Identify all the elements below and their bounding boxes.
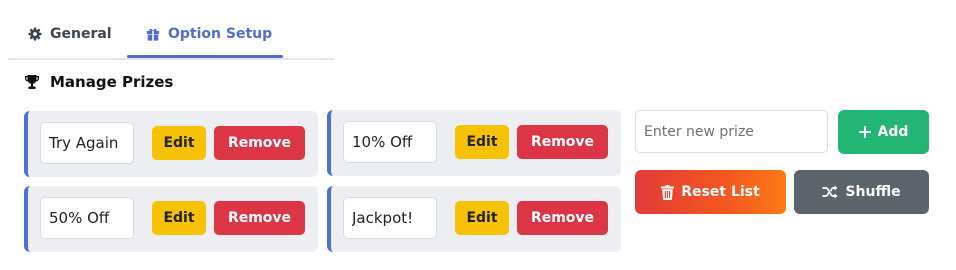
tab-label: Option Setup [168, 26, 273, 42]
remove-button[interactable]: Remove [214, 126, 305, 160]
section-title-text: Manage Prizes [50, 73, 174, 91]
prize-name-input[interactable] [343, 197, 437, 239]
edit-button[interactable]: Edit [455, 201, 509, 235]
edit-button[interactable]: Edit [152, 201, 206, 235]
section-title: Manage Prizes [24, 72, 173, 92]
shuffle-icon [822, 185, 838, 199]
prize-card: Edit Remove [327, 110, 621, 176]
shuffle-button[interactable]: Shuffle [794, 170, 929, 214]
new-prize-input[interactable] [635, 110, 828, 153]
remove-button[interactable]: Remove [517, 201, 608, 235]
tab-general[interactable]: General [28, 12, 112, 56]
gear-icon [28, 27, 42, 41]
reset-list-button-label: Reset List [681, 184, 760, 200]
tab-label: General [50, 26, 112, 42]
trash-icon [661, 184, 675, 200]
gift-icon [146, 27, 160, 41]
remove-button[interactable]: Remove [517, 125, 608, 159]
prize-card: Edit Remove [24, 186, 318, 252]
edit-button[interactable]: Edit [455, 125, 509, 159]
prize-name-input[interactable] [343, 121, 437, 163]
tab-option-setup[interactable]: Option Setup [146, 12, 272, 56]
remove-button[interactable]: Remove [214, 201, 305, 235]
reset-list-button[interactable]: Reset List [635, 170, 786, 214]
edit-button[interactable]: Edit [152, 126, 206, 160]
shuffle-button-label: Shuffle [845, 184, 901, 200]
plus-icon [858, 126, 871, 138]
add-button-label: Add [877, 124, 909, 140]
trophy-icon [24, 74, 40, 90]
tab-bar: General Option Setup [8, 12, 334, 60]
prize-card: Edit Remove [24, 111, 318, 177]
prize-card: Edit Remove [327, 186, 621, 252]
add-button[interactable]: Add [838, 110, 929, 154]
active-tab-indicator [127, 55, 283, 58]
prize-name-input[interactable] [40, 122, 134, 164]
prize-name-input[interactable] [40, 197, 134, 239]
